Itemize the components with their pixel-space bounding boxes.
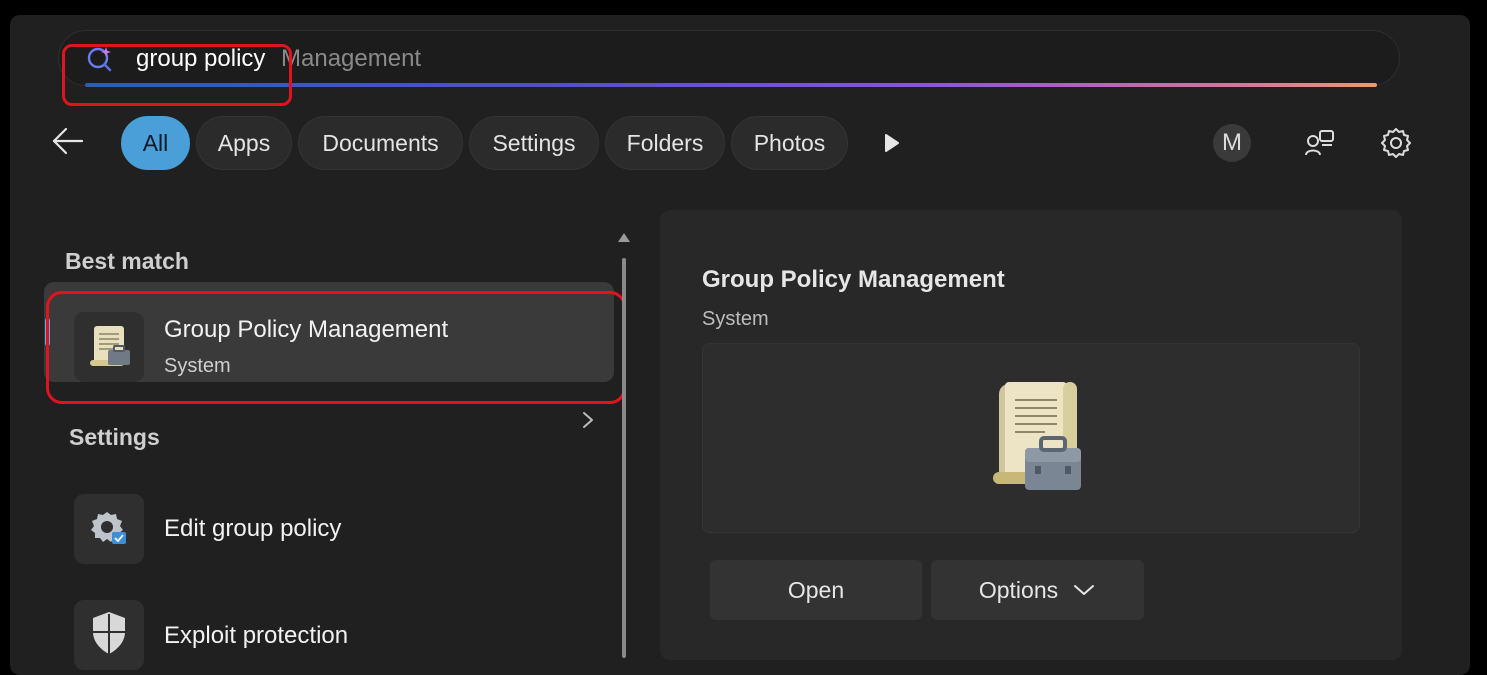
back-arrow-icon[interactable] — [50, 126, 86, 156]
account-avatar[interactable]: M — [1213, 124, 1251, 162]
selected-indicator — [45, 318, 50, 346]
group-policy-large-icon — [993, 382, 1081, 490]
copilot-search-icon — [87, 47, 112, 72]
search-focus-underline — [85, 83, 1377, 87]
open-button[interactable]: Open — [710, 560, 922, 620]
filter-tab-photos[interactable]: Photos — [731, 116, 848, 170]
search-autocomplete-suggestion: Management — [281, 45, 422, 72]
chevron-right-icon[interactable] — [580, 410, 596, 430]
gpm-app-tile — [74, 312, 144, 382]
preview-pane: Group Policy Management System Open Opti… — [660, 210, 1402, 660]
edit-group-policy-label: Edit group policy — [164, 515, 342, 542]
exploit-protection-tile — [74, 600, 144, 670]
search-box[interactable]: group policy Management — [58, 30, 1400, 87]
settings-gear-icon[interactable] — [1379, 126, 1413, 160]
options-button-label: Options — [978, 576, 1059, 603]
filter-tab-settings[interactable]: Settings — [469, 116, 599, 170]
best-match-subtitle: System — [164, 355, 231, 377]
more-filters-play-icon[interactable] — [880, 132, 902, 154]
group-policy-icon — [90, 326, 130, 366]
preview-subtitle: System — [702, 308, 769, 330]
best-match-title: Group Policy Management — [164, 316, 449, 343]
chevron-down-icon — [1074, 585, 1095, 595]
preview-title: Group Policy Management — [702, 266, 1005, 293]
options-button[interactable]: Options — [931, 560, 1144, 620]
results-scrollbar[interactable] — [622, 258, 626, 658]
filter-tab-documents[interactable]: Documents — [298, 116, 463, 170]
open-button-label: Open — [787, 576, 845, 603]
filter-tab-folders[interactable]: Folders — [605, 116, 725, 170]
settings-heading: Settings — [69, 424, 160, 450]
scroll-up-arrow-icon[interactable] — [616, 230, 632, 244]
exploit-protection-label: Exploit protection — [164, 622, 349, 649]
filter-tab-apps[interactable]: Apps — [196, 116, 292, 170]
shield-icon — [93, 612, 125, 654]
preview-icon-area — [702, 343, 1360, 533]
share-account-icon[interactable] — [1303, 126, 1337, 160]
gear-check-icon — [91, 512, 126, 544]
edit-group-policy-tile — [74, 494, 144, 564]
search-query-text[interactable]: group policy — [136, 45, 265, 73]
best-match-heading: Best match — [65, 248, 189, 274]
filter-tab-all[interactable]: All — [121, 116, 190, 170]
